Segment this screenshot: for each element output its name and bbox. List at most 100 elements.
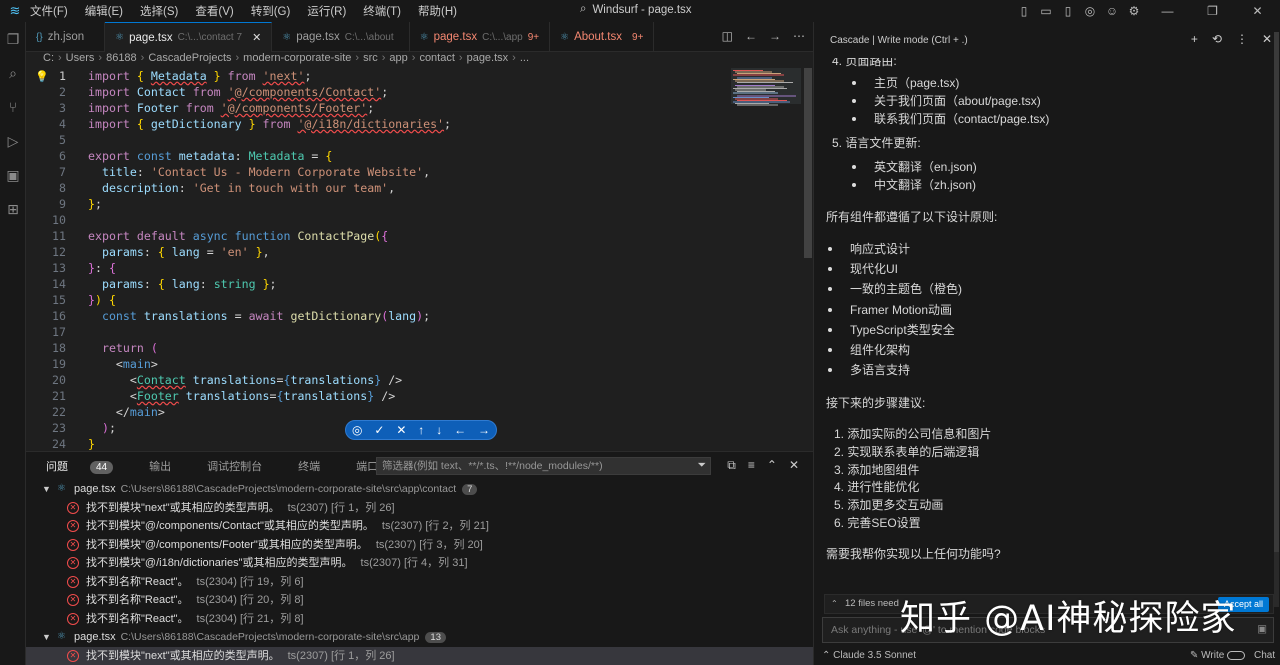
search-icon[interactable]: ⌕ [580, 3, 586, 16]
chevron-up-icon[interactable]: ⌃ [831, 595, 838, 613]
settings-icon[interactable]: ⚙ [1123, 4, 1145, 18]
file-type-icon: ⚛ [560, 31, 570, 43]
toggle-sidebar-icon[interactable]: ▯ [1013, 4, 1035, 18]
windsurf-icon[interactable]: ◎ [1079, 4, 1101, 18]
explorer-icon[interactable]: ❐ [0, 22, 26, 56]
breadcrumb-item[interactable]: C: [43, 52, 54, 64]
breadcrumb-item[interactable]: modern-corporate-site [243, 52, 351, 64]
menu-item[interactable]: 运行(R) [307, 6, 346, 18]
menu-item[interactable]: 文件(F) [30, 6, 68, 18]
breadcrumb-item[interactable]: contact [419, 52, 454, 64]
code-text: export default async function ContactPag… [88, 229, 389, 243]
extensions-icon[interactable]: ⊞ [0, 192, 26, 226]
source-control-icon[interactable]: ⑂ [0, 90, 26, 124]
problem-row[interactable]: ✕ 找不到模块"next"或其相应的类型声明。 ts(2307) [行 1，列 2… [26, 646, 813, 665]
go-back-icon[interactable]: ← [745, 29, 757, 43]
minimap[interactable] [731, 68, 801, 451]
chat-label[interactable]: Chat [1254, 650, 1275, 661]
new-conversation-icon[interactable]: + [1191, 32, 1198, 46]
close-window-button[interactable]: ✕ [1235, 4, 1280, 18]
problems-filter-input[interactable]: 筛选器(例如 text、**/*.ts、!**/node_modules/**)… [376, 457, 711, 475]
editor-tab[interactable]: ⚛ page.tsx C:\...\about [272, 22, 410, 52]
editor-tab[interactable]: ⚛ page.tsx C:\...\app 9+ [410, 22, 551, 52]
arrow-right-icon[interactable]: → [478, 423, 490, 437]
breadcrumb-item[interactable]: 86188 [106, 52, 137, 64]
menu-item[interactable]: 终端(T) [363, 6, 401, 18]
arrow-left-icon[interactable]: ← [454, 423, 466, 437]
breadcrumb-item[interactable]: ... [520, 52, 529, 64]
code-editor[interactable]: 1 import { Metadata } from 'next'; 💡 2 impor… [26, 68, 813, 451]
run-debug-icon[interactable]: ▷ [0, 124, 26, 158]
close-icon[interactable]: ✕ [1262, 32, 1272, 46]
problem-row[interactable]: ✕ 找不到名称"React"。 ts(2304) [行 20，列 8] [26, 591, 813, 610]
toggle-secondary-sidebar-icon[interactable]: ▯ [1057, 4, 1079, 18]
panel-tab[interactable]: 终端 [298, 458, 338, 474]
line-number: 11 [52, 229, 66, 243]
breadcrumb-item[interactable]: Users [66, 52, 95, 64]
breadcrumb-item[interactable]: app [389, 52, 407, 64]
panel-tab[interactable]: 问题 44 [46, 458, 131, 474]
cascade-scrollbar[interactable] [1274, 32, 1279, 607]
problem-filename: page.tsx [74, 483, 116, 495]
chevron-down-icon[interactable]: ▼ [42, 628, 51, 647]
problem-row[interactable]: ✕ 找不到模块"@/components/Footer"或其相应的类型声明。 ts… [26, 536, 813, 555]
minimap-line [733, 101, 790, 103]
panel-tab-label: 调试控制台 [207, 460, 263, 473]
panel-tab[interactable]: 输出 [149, 458, 189, 474]
model-selector[interactable]: ⌃ Claude 3.5 Sonnet [822, 650, 916, 661]
tab-filename: page.tsx [433, 31, 478, 43]
problem-file-row[interactable]: ▼ ⚛ page.tsx C:\Users\86188\CascadeProjec… [26, 628, 813, 647]
close-tab-icon[interactable]: ✕ [252, 31, 261, 44]
problem-source: ts(2304) [行 21，列 8] [196, 612, 304, 625]
reject-icon[interactable]: ✕ [396, 423, 406, 437]
collapse-all-icon[interactable]: ⧉ [727, 458, 736, 473]
account-icon[interactable]: ☺ [1101, 4, 1123, 18]
search-icon[interactable]: ⌕ [0, 56, 26, 90]
go-forward-icon[interactable]: → [769, 29, 781, 43]
arrow-up-icon[interactable]: ↑ [418, 423, 424, 437]
minimize-button[interactable]: — [1145, 4, 1190, 18]
write-mode-toggle[interactable]: ✎ Write [1190, 650, 1246, 661]
editor-scrollbar[interactable] [804, 68, 812, 258]
panel-tab[interactable]: 调试控制台 [207, 458, 280, 474]
maximize-panel-icon[interactable]: ⌃ [767, 458, 777, 473]
toggle-panel-icon[interactable]: ▭ [1035, 4, 1057, 18]
editor-tab[interactable]: ⚛ page.tsx C:\...\contact 7 ✕ [105, 22, 273, 52]
breadcrumb-item[interactable]: CascadeProjects [148, 52, 231, 64]
more-icon[interactable]: ⋮ [1236, 32, 1248, 46]
breadcrumb-item[interactable]: src [363, 52, 378, 64]
menu-item[interactable]: 选择(S) [140, 6, 178, 18]
problem-row[interactable]: ✕ 找不到名称"React"。 ts(2304) [行 21，列 8] [26, 610, 813, 629]
lightbulb-icon[interactable]: 💡 [35, 69, 49, 85]
arrow-down-icon[interactable]: ↓ [436, 423, 442, 437]
problem-row[interactable]: ✕ 找不到模块"next"或其相应的类型声明。 ts(2307) [行 1，列 2… [26, 499, 813, 518]
problem-source: ts(2307) [行 4，列 31] [360, 557, 468, 569]
editor-tab[interactable]: ⚛ About.tsx 9+ [550, 22, 655, 52]
menu-item[interactable]: 转到(G) [251, 6, 291, 18]
filter-icon[interactable]: ⏷ [698, 459, 706, 472]
line-number: 22 [52, 405, 66, 419]
image-attach-icon[interactable]: ▣ [1257, 623, 1267, 635]
problem-count-badge: 7 [462, 484, 478, 495]
menu-item[interactable]: 查看(V) [195, 6, 233, 18]
problem-row[interactable]: ✕ 找不到模块"@/components/Contact"或其相应的类型声明。 t… [26, 517, 813, 536]
menu-item[interactable]: 帮助(H) [418, 6, 457, 18]
remote-explorer-icon[interactable]: ▣ [0, 158, 26, 192]
menu-item[interactable]: 编辑(E) [85, 6, 123, 18]
view-as-list-icon[interactable]: ≡ [748, 458, 755, 473]
breadcrumb-item[interactable]: page.tsx [467, 52, 509, 64]
more-actions-icon[interactable]: ⋯ [793, 29, 805, 43]
problem-file-row[interactable]: ▼ ⚛ page.tsx C:\Users\86188\CascadeProjec… [26, 480, 813, 499]
windsurf-icon[interactable]: ◎ [352, 423, 362, 437]
history-icon[interactable]: ⟲ [1212, 32, 1222, 46]
problem-row[interactable]: ✕ 找不到名称"React"。 ts(2304) [行 19，列 6] [26, 573, 813, 592]
problem-row[interactable]: ✕ 找不到模块"@/i18n/dictionaries"或其相应的类型声明。 ts… [26, 554, 813, 573]
close-panel-icon[interactable]: ✕ [789, 458, 799, 473]
accept-icon[interactable]: ✓ [374, 423, 384, 437]
chevron-down-icon[interactable]: ▼ [42, 480, 51, 499]
split-editor-icon[interactable]: ◫ [722, 29, 733, 43]
cascade-text: 3. 添加地图组件 [834, 463, 920, 477]
problem-message: 找不到名称"React"。 [86, 594, 189, 606]
restore-button[interactable]: ❐ [1190, 4, 1235, 18]
editor-tab[interactable]: {} zh.json [26, 22, 106, 52]
